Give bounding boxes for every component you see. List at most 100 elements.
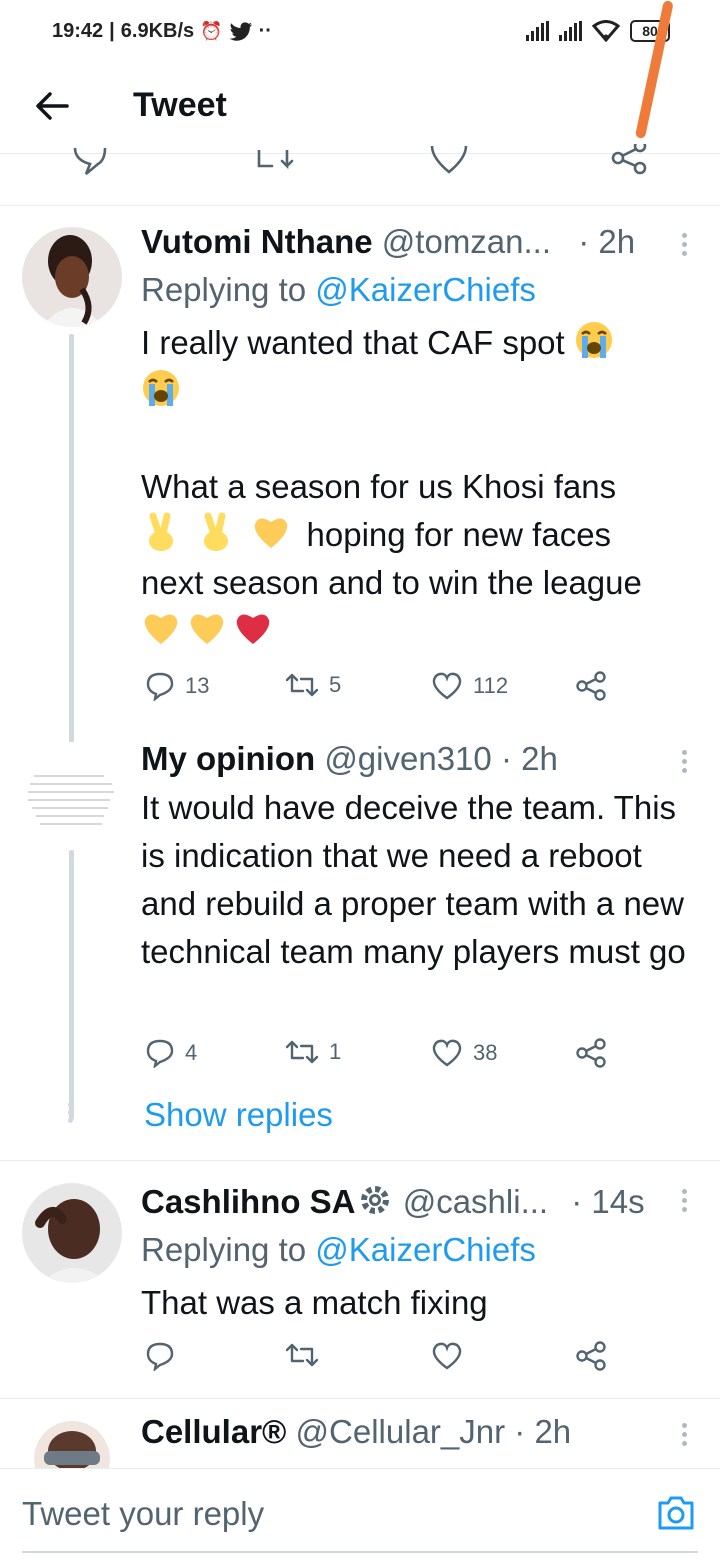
author-name[interactable]: My opinion	[141, 740, 315, 777]
back-button[interactable]	[30, 84, 74, 128]
like-icon[interactable]	[430, 144, 468, 176]
tweet-author-line: Vutomi Nthane @tomzan... · 2h	[141, 223, 635, 261]
reply-input[interactable]: Tweet your reply	[22, 1495, 264, 1533]
signal-icon-2	[559, 21, 582, 41]
share-icon	[576, 671, 606, 701]
like-button[interactable]: 38	[431, 1038, 497, 1068]
reply-icon	[146, 672, 174, 701]
replying-to-handle[interactable]: @KaizerChiefs	[315, 1231, 536, 1268]
tweet-author-line: Cashlihno SA @cashli... · 14s	[141, 1181, 645, 1221]
status-left: 19:42 | 6.9KB/s ⏰ ··	[52, 20, 272, 42]
camera-icon[interactable]	[656, 1495, 696, 1531]
retweet-icon	[285, 673, 319, 697]
crying-face-emoji-icon	[143, 370, 179, 406]
tweet-text: I really wanted that CAF spot What a sea…	[141, 319, 701, 655]
share-icon[interactable]	[610, 144, 648, 176]
author-handle: @tomzan...	[381, 223, 552, 260]
like-icon	[432, 672, 462, 700]
tweet-actions: 4 1 38	[141, 1038, 621, 1078]
yellow-heart-emoji-icon	[144, 614, 178, 644]
more-options-icon[interactable]	[680, 233, 688, 256]
tweet-text: It would have deceive the team. This is …	[141, 789, 686, 970]
avatar[interactable]	[34, 1421, 110, 1468]
tweet-item[interactable]: Cellular® @Cellular_Jnr · 2h	[0, 1399, 720, 1468]
show-replies-link[interactable]: Show replies	[144, 1096, 333, 1134]
thread-line	[69, 850, 74, 1120]
reply-button[interactable]: 4	[145, 1038, 197, 1068]
replying-to: Replying to @KaizerChiefs	[141, 1231, 536, 1268]
tweet-item[interactable]: Cashlihno SA @cashli... · 14s Replying t…	[0, 1161, 720, 1397]
twitter-bird-icon	[229, 21, 252, 41]
reply-count: 4	[185, 1040, 198, 1065]
network-speed: 6.9KB/s	[120, 20, 195, 42]
victory-hand-emoji-icon	[149, 512, 173, 551]
tweet-time: · 2h	[514, 1413, 572, 1450]
reply-count: 13	[185, 673, 210, 698]
crying-face-emoji-icon	[575, 322, 612, 358]
more-notifications-icon: ··	[258, 20, 272, 42]
retweet-icon	[285, 1040, 319, 1064]
author-name[interactable]: Cellular®	[141, 1413, 286, 1450]
retweet-button[interactable]: 1	[285, 1038, 341, 1066]
avatar[interactable]	[22, 227, 122, 327]
like-icon	[432, 1039, 462, 1067]
like-icon	[432, 1342, 462, 1370]
retweet-count: 1	[329, 1039, 342, 1064]
share-button[interactable]	[575, 671, 607, 701]
retweet-icon	[285, 1343, 319, 1367]
tweet-item[interactable]: Vutomi Nthane @tomzan... · 2h Replying t…	[0, 207, 720, 744]
thread-line	[69, 334, 74, 744]
tweet-author-line: Cellular® @Cellular_Jnr · 2h	[141, 1413, 571, 1451]
page-title: Tweet	[133, 86, 227, 124]
share-icon	[576, 1341, 606, 1371]
signal-icon	[526, 21, 549, 41]
retweet-icon[interactable]	[252, 150, 294, 176]
status-time: 19:42	[52, 20, 104, 42]
yellow-heart-emoji-icon	[190, 614, 224, 644]
victory-hand-emoji-icon	[204, 512, 229, 551]
more-options-icon[interactable]	[680, 1423, 688, 1446]
reply-underline	[22, 1551, 698, 1553]
tweet-actions: 13 5 112	[141, 671, 621, 711]
tweet-time: · 2h	[578, 223, 636, 260]
avatar[interactable]	[22, 1183, 122, 1283]
thread-continue-icon	[68, 1102, 73, 1123]
reply-composer: Tweet your reply	[0, 1468, 720, 1560]
tweet-text: That was a match fixing	[141, 1284, 488, 1321]
wifi-icon	[592, 20, 620, 42]
tweet-item[interactable]: My opinion @given310 · 2h It would have …	[0, 726, 720, 1158]
like-button[interactable]: 112	[431, 671, 508, 701]
avatar-image	[34, 1421, 110, 1468]
avatar-image	[22, 742, 122, 842]
reply-button[interactable]: 13	[145, 671, 209, 701]
share-button[interactable]	[575, 1038, 607, 1068]
tweet-author-line: My opinion @given310 · 2h	[141, 740, 558, 778]
retweet-button[interactable]	[285, 1341, 319, 1369]
red-heart-emoji-icon	[236, 614, 270, 644]
like-count: 112	[473, 673, 509, 698]
reply-button[interactable]	[145, 1341, 175, 1371]
author-name[interactable]: Cashlihno SA	[141, 1183, 356, 1220]
gear-icon	[360, 1186, 389, 1214]
avatar-image	[22, 1183, 122, 1283]
share-button[interactable]	[575, 1341, 607, 1371]
more-options-icon[interactable]	[680, 750, 688, 773]
like-button[interactable]	[431, 1341, 463, 1371]
yellow-heart-emoji-icon	[255, 518, 288, 548]
alarm-off-icon: ⏰	[200, 21, 223, 41]
main-tweet-actions	[0, 140, 720, 206]
tweet-actions	[141, 1341, 621, 1381]
status-right: 80	[526, 20, 670, 42]
reply-icon	[146, 1342, 174, 1371]
status-bar: 19:42 | 6.9KB/s ⏰ ·· 80	[0, 0, 720, 64]
reply-icon[interactable]	[72, 146, 108, 178]
more-options-icon[interactable]	[680, 1189, 688, 1212]
replying-to-handle[interactable]: @KaizerChiefs	[315, 271, 536, 308]
author-name[interactable]: Vutomi Nthane	[141, 223, 373, 260]
tweet-time: · 2h	[500, 740, 558, 777]
share-icon	[576, 1038, 606, 1068]
retweet-button[interactable]: 5	[285, 671, 341, 699]
author-handle: @Cellular_Jnr	[295, 1413, 506, 1450]
reply-icon	[146, 1039, 174, 1068]
avatar[interactable]	[22, 742, 122, 842]
